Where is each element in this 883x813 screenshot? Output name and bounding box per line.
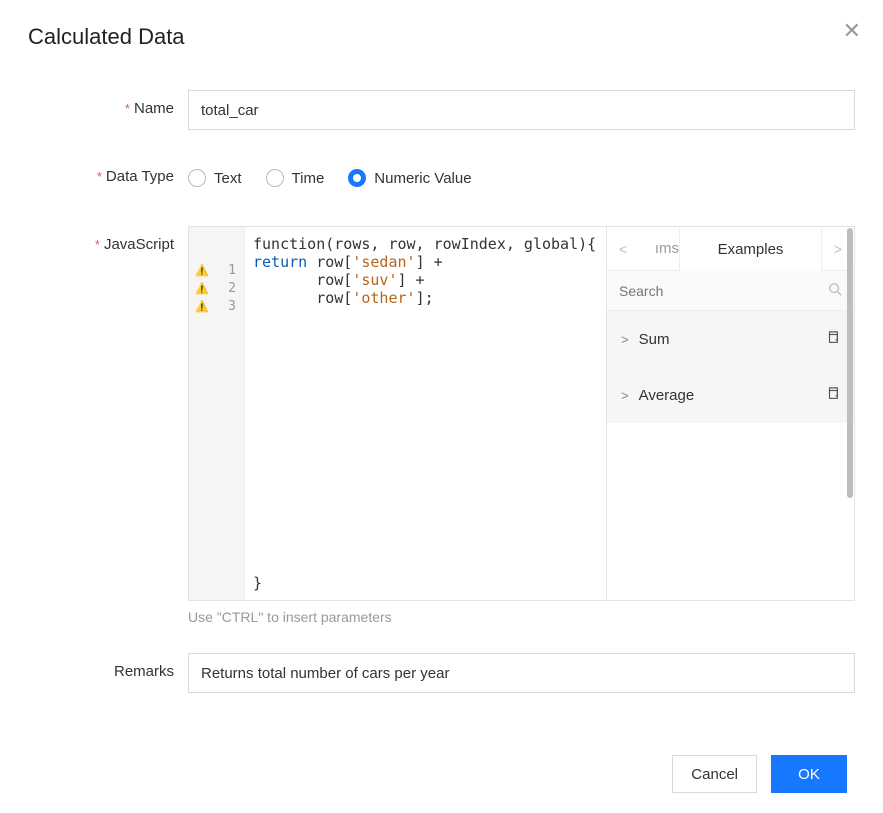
scrollbar-thumb[interactable] bbox=[847, 228, 853, 498]
example-label: Average bbox=[639, 387, 695, 404]
close-icon[interactable]: ✕ bbox=[843, 18, 861, 44]
row-remarks: Remarks bbox=[28, 653, 855, 693]
tab-partial[interactable]: ıms bbox=[639, 227, 679, 270]
radio-circle-icon bbox=[188, 169, 206, 187]
dialog-title: Calculated Data bbox=[28, 24, 855, 50]
code-area[interactable]: function(rows, row, rowIndex, global){ r… bbox=[245, 227, 606, 600]
radio-label: Numeric Value bbox=[374, 170, 471, 187]
example-label: Sum bbox=[639, 331, 670, 348]
code-gutter: ⚠️ 1 ⚠️ 2 ⚠️ 3 bbox=[189, 227, 245, 600]
row-name: * Name bbox=[28, 90, 855, 130]
radio-time[interactable]: Time bbox=[266, 169, 325, 187]
line-number: 3 bbox=[228, 299, 244, 314]
radio-label: Time bbox=[292, 170, 325, 187]
scrollbar[interactable] bbox=[847, 228, 853, 599]
side-panel: < ıms Examples > > Sum bbox=[606, 227, 854, 600]
label-javascript: JavaScript bbox=[104, 236, 174, 253]
label-remarks: Remarks bbox=[114, 663, 174, 680]
radio-text[interactable]: Text bbox=[188, 169, 242, 187]
line-number: 1 bbox=[228, 263, 244, 278]
example-item-average[interactable]: > Average bbox=[607, 367, 854, 423]
line-number: 2 bbox=[228, 281, 244, 296]
required-star: * bbox=[97, 169, 102, 184]
radio-circle-selected-icon bbox=[348, 169, 366, 187]
copy-icon[interactable] bbox=[826, 387, 840, 404]
example-item-sum[interactable]: > Sum bbox=[607, 311, 854, 367]
cancel-button[interactable]: Cancel bbox=[672, 755, 757, 793]
radio-label: Text bbox=[214, 170, 242, 187]
label-data-type: Data Type bbox=[106, 168, 174, 185]
remarks-input[interactable] bbox=[188, 653, 855, 693]
warning-icon: ⚠️ bbox=[195, 282, 209, 295]
radio-numeric[interactable]: Numeric Value bbox=[348, 169, 471, 187]
tab-prev-icon[interactable]: < bbox=[607, 241, 639, 257]
row-data-type: * Data Type Text Time Numeric Value bbox=[28, 158, 855, 198]
required-star: * bbox=[125, 101, 130, 116]
copy-icon[interactable] bbox=[826, 331, 840, 348]
chevron-right-icon: > bbox=[621, 388, 629, 403]
ok-button[interactable]: OK bbox=[771, 755, 847, 793]
code-editor[interactable]: ⚠️ 1 ⚠️ 2 ⚠️ 3 function(rows, row, rowIndex… bbox=[188, 226, 855, 601]
code-footer: } bbox=[253, 574, 262, 592]
row-javascript: * JavaScript ⚠️ 1 ⚠️ 2 ⚠️ 3 function(rows, r… bbox=[28, 226, 855, 625]
name-input[interactable] bbox=[188, 90, 855, 130]
radio-circle-icon bbox=[266, 169, 284, 187]
required-star: * bbox=[95, 237, 100, 252]
label-name: Name bbox=[134, 100, 174, 117]
chevron-right-icon: > bbox=[621, 332, 629, 347]
search-icon[interactable] bbox=[828, 282, 842, 299]
warning-icon: ⚠️ bbox=[195, 264, 209, 277]
hint-text: Use "CTRL" to insert parameters bbox=[188, 609, 855, 625]
code-header: function(rows, row, rowIndex, global){ bbox=[253, 235, 596, 253]
warning-icon: ⚠️ bbox=[195, 300, 209, 313]
search-input[interactable] bbox=[619, 283, 828, 299]
tab-examples[interactable]: Examples bbox=[679, 228, 822, 271]
